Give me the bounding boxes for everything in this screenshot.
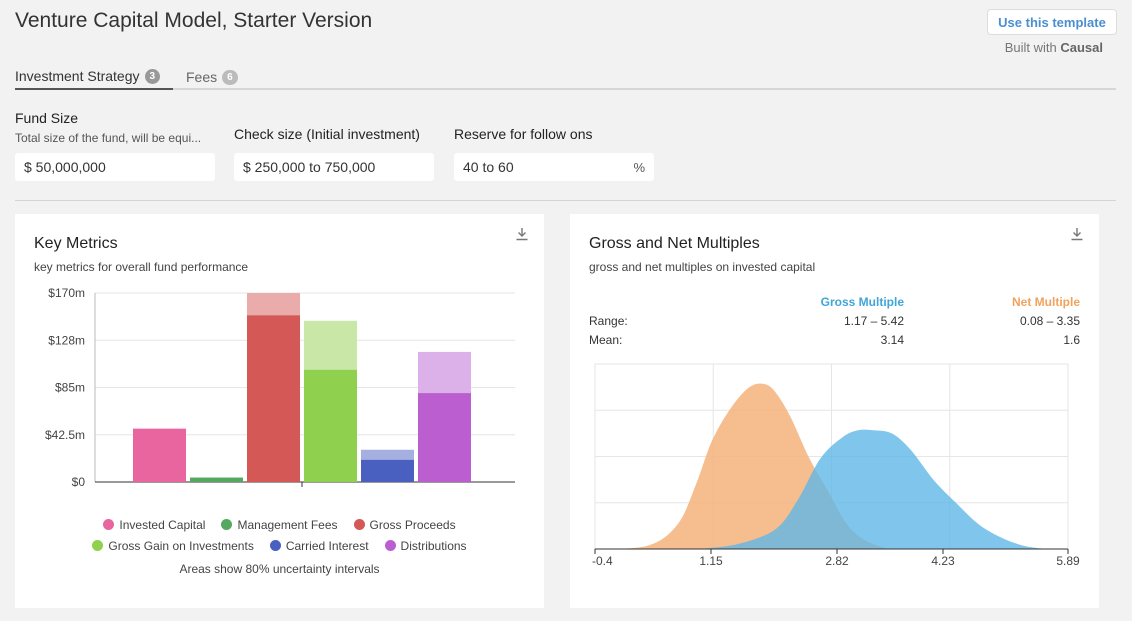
bar-uncertainty <box>304 320 357 370</box>
bar <box>418 393 471 482</box>
legend-dot-icon <box>221 519 233 530</box>
legend-label: Distributions <box>400 538 467 553</box>
legend-label: Gross Proceeds <box>369 517 456 532</box>
legend-label: Carried Interest <box>285 538 369 553</box>
key-metrics-card: Key Metrics key metrics for overall fund… <box>15 214 544 608</box>
section-divider <box>15 200 1116 201</box>
fund-size-description: Total size of the fund, will be equi... <box>15 131 202 145</box>
use-template-button[interactable]: Use this template <box>987 9 1117 35</box>
multiples-card: Gross and Net Multiples gross and net mu… <box>570 214 1099 608</box>
legend-label: Gross Gain on Investments <box>108 538 254 553</box>
tab-fees[interactable]: Fees 6 <box>186 64 238 90</box>
bar <box>190 477 243 482</box>
built-with-text: Built with <box>1004 40 1057 55</box>
legend-dot-icon <box>92 540 104 551</box>
y-tick-label: $170m <box>48 286 85 300</box>
legend-label: Invested Capital <box>119 517 206 532</box>
y-tick-label: $85m <box>55 381 85 395</box>
y-tick-label: $128m <box>48 333 85 347</box>
check-size-value: $ 250,000 to 750,000 <box>243 159 376 175</box>
bar <box>361 459 414 482</box>
legend-dot-icon <box>103 519 115 530</box>
fund-size-input[interactable]: $ 50,000,000 <box>15 153 215 181</box>
legend-dot-icon <box>384 540 396 551</box>
check-size-label: Check size (Initial investment) <box>234 126 420 142</box>
x-tick-label: -0.4 <box>592 554 613 568</box>
fund-size-label: Fund Size <box>15 110 79 126</box>
key-metrics-legend: Invested Capital Management Fees Gross Pro… <box>15 514 544 556</box>
reserve-value: 40 to 60 <box>463 159 514 175</box>
reserve-label: Reserve for follow ons <box>454 126 593 142</box>
reserve-input[interactable]: 40 to 60% <box>454 153 654 181</box>
fund-size-value: $ 50,000,000 <box>24 159 106 175</box>
tab-investment-strategy[interactable]: Investment Strategy 3 <box>15 64 173 90</box>
bar-uncertainty <box>361 449 414 460</box>
tab-count-badge: 6 <box>222 69 238 85</box>
legend-item[interactable]: Gross Gain on Investments <box>92 538 254 553</box>
legend-dot-icon <box>353 519 365 530</box>
bar <box>247 315 300 482</box>
bar-uncertainty <box>247 293 300 316</box>
x-tick-label: 5.89 <box>1056 554 1080 568</box>
legend-item[interactable]: Distributions <box>384 538 467 553</box>
bar-uncertainty <box>418 351 471 394</box>
page-title: Venture Capital Model, Starter Version <box>15 9 373 32</box>
y-tick-label: $0 <box>72 475 86 489</box>
legend-item[interactable]: Management Fees <box>221 517 338 532</box>
multiples-chart: -0.4 1.15 2.82 4.23 5.89 <box>592 363 1080 568</box>
tab-label: Investment Strategy <box>15 68 140 84</box>
uncertainty-note: Areas show 80% uncertainty intervals <box>179 562 380 576</box>
y-tick-label: $42.5m <box>45 428 85 442</box>
percent-suffix: % <box>633 159 645 175</box>
tab-label: Fees <box>186 69 218 85</box>
legend-label: Management Fees <box>237 517 338 532</box>
tab-bar: Investment Strategy 3 Fees 6 <box>15 60 1116 90</box>
bar <box>133 428 186 482</box>
key-metrics-chart: $170m $128m $85m $42.5m $0 <box>45 286 515 489</box>
legend-item[interactable]: Gross Proceeds <box>353 517 456 532</box>
legend-dot-icon <box>269 540 281 551</box>
x-tick-label: 1.15 <box>699 554 723 568</box>
causal-brand[interactable]: Causal <box>1060 40 1103 55</box>
check-size-input[interactable]: $ 250,000 to 750,000 <box>234 153 434 181</box>
built-with-label[interactable]: Built with Causal <box>987 40 1103 55</box>
legend-item[interactable]: Carried Interest <box>269 538 369 553</box>
legend-item[interactable]: Invested Capital <box>103 518 205 532</box>
x-tick-label: 4.23 <box>931 554 955 568</box>
x-tick-label: 2.82 <box>825 554 849 568</box>
tab-count-badge: 3 <box>144 68 161 84</box>
bar <box>304 369 357 482</box>
